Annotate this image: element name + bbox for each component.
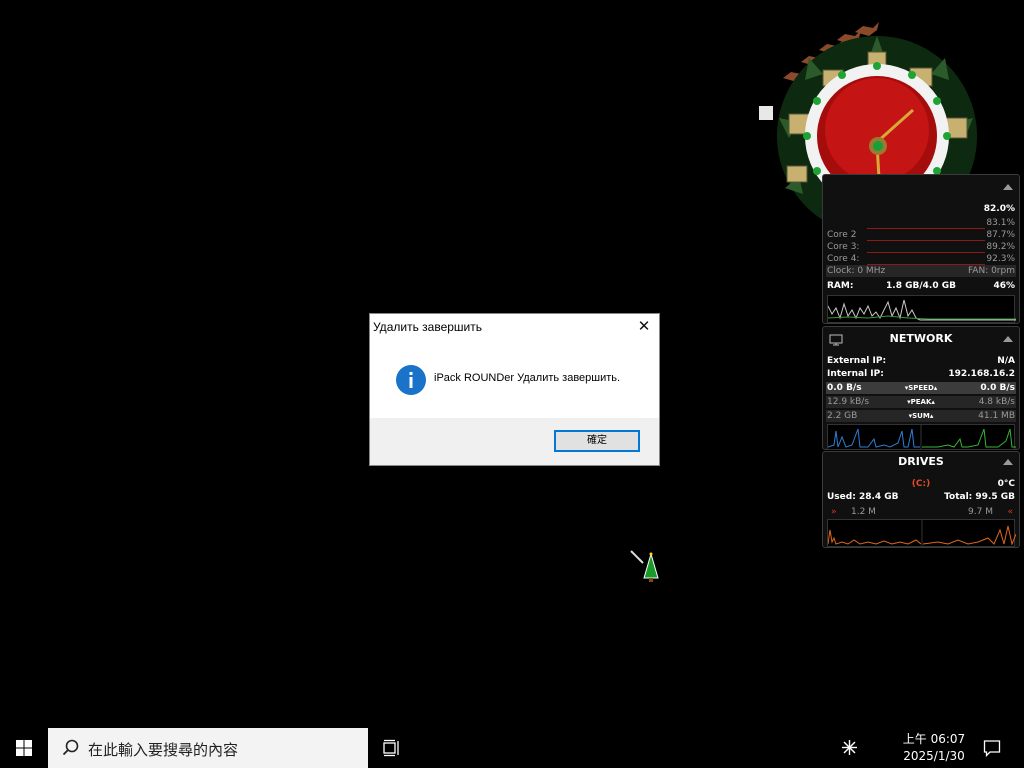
internal-ip-label: Internal IP: bbox=[827, 369, 884, 379]
speed-up: 0.0 B/s bbox=[980, 383, 1015, 393]
external-ip-label: External IP: bbox=[827, 356, 887, 366]
info-icon bbox=[396, 365, 426, 395]
drive-name: (C:) bbox=[911, 479, 931, 489]
core-3-label: Core 3: bbox=[827, 242, 860, 252]
uninstall-dialog: Удалить завершить ✕ iPack ROUNDer Удалит… bbox=[369, 313, 660, 466]
christmas-tree-cursor-icon bbox=[630, 550, 659, 582]
drive-used: Used: 28.4 GB bbox=[827, 492, 899, 502]
clock-time: 上午 06:07 bbox=[902, 732, 966, 746]
peak-arrow-up-icon: ▴ bbox=[931, 398, 935, 406]
ram-value: 1.8 GB/4.0 GB bbox=[886, 281, 956, 291]
search-icon bbox=[62, 739, 79, 756]
write-arrow-icon: « bbox=[1007, 507, 1013, 517]
drive-read: 1.2 M bbox=[851, 507, 876, 517]
drive-temp: 0°C bbox=[997, 479, 1015, 489]
collapse-triangle-icon[interactable] bbox=[1003, 459, 1013, 465]
search-placeholder: 在此輸入要搜尋的內容 bbox=[88, 741, 239, 759]
dialog-footer: 確定 bbox=[370, 418, 659, 465]
core-2-value: 87.7% bbox=[986, 230, 1015, 240]
dialog-message: iPack ROUNDer Удалить завершить. bbox=[434, 372, 621, 384]
cpu-clock: Clock: 0 MHz bbox=[827, 266, 886, 276]
sum-up: 41.1 MB bbox=[978, 411, 1015, 421]
core-4-label: Core 4: bbox=[827, 254, 860, 264]
network-graph bbox=[827, 424, 1016, 450]
close-button[interactable]: ✕ bbox=[629, 314, 659, 338]
external-ip-value: N/A bbox=[997, 356, 1015, 366]
read-arrow-icon: » bbox=[831, 507, 837, 517]
network-panel: NETWORK External IP: N/A Internal IP: 19… bbox=[822, 326, 1020, 450]
taskbar-clock[interactable]: 上午 06:07 2025/1/30 bbox=[898, 731, 970, 765]
core-4-value: 92.3% bbox=[986, 254, 1015, 264]
internal-ip-value: 192.168.16.2 bbox=[948, 369, 1015, 379]
cpu-total: 82.0% bbox=[983, 204, 1015, 214]
cpu-panel: 82.0% 83.1% Core 2 87.7% Core 3: 89.2% C… bbox=[822, 174, 1020, 324]
network-status-icon[interactable] bbox=[841, 739, 858, 756]
collapse-triangle-icon[interactable] bbox=[1003, 336, 1013, 342]
dialog-title: Удалить завершить bbox=[373, 320, 482, 334]
network-title: NETWORK bbox=[889, 332, 953, 345]
peak-label: PEAK bbox=[910, 398, 932, 406]
drives-title: DRIVES bbox=[898, 455, 944, 468]
taskbar: 在此輸入要搜尋的內容 上午 06:07 2025/1/30 bbox=[0, 728, 1024, 768]
drives-panel: DRIVES (C:) 0°C Used: 28.4 GB Total: 99.… bbox=[822, 451, 1020, 548]
drives-graph bbox=[827, 519, 1017, 547]
task-view-icon[interactable] bbox=[383, 739, 401, 757]
close-icon: ✕ bbox=[637, 317, 651, 335]
drive-total: Total: 99.5 GB bbox=[944, 492, 1015, 502]
search-box[interactable]: 在此輸入要搜尋的內容 bbox=[48, 728, 368, 768]
ok-button[interactable]: 確定 bbox=[554, 430, 640, 452]
ram-percent: 46% bbox=[993, 281, 1015, 291]
windows-start-icon[interactable] bbox=[16, 740, 32, 756]
speed-label: SPEED bbox=[908, 384, 934, 392]
collapse-triangle-icon[interactable] bbox=[1003, 184, 1013, 190]
drive-write: 9.7 M bbox=[968, 507, 993, 517]
clock-date: 2025/1/30 bbox=[903, 749, 965, 763]
ram-graph bbox=[827, 295, 1016, 323]
core-1-value: 83.1% bbox=[986, 218, 1015, 228]
sum-arrow-up-icon: ▴ bbox=[929, 412, 934, 420]
speed-arrow-up-icon: ▴ bbox=[933, 384, 938, 392]
cpu-fan: FAN: 0rpm bbox=[967, 266, 1015, 276]
sum-label: SUM bbox=[912, 412, 930, 420]
peak-up: 4.8 kB/s bbox=[978, 397, 1015, 407]
core-2-label: Core 2 bbox=[827, 230, 857, 240]
notification-icon[interactable] bbox=[983, 739, 1001, 757]
core-3-value: 89.2% bbox=[986, 242, 1015, 252]
